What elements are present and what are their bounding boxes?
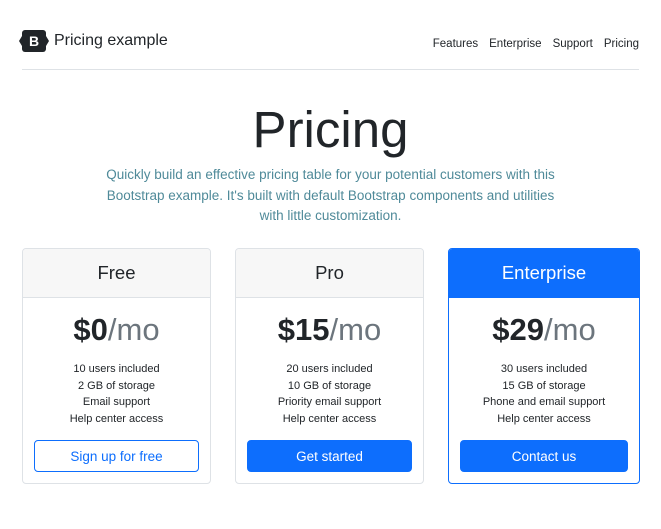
price-period: /mo	[329, 312, 382, 347]
pricing-card-free: Free $0/mo 10 users included 2 GB of sto…	[22, 248, 211, 484]
feature-item: Priority email support	[277, 396, 382, 408]
price-period: /mo	[544, 312, 596, 347]
nav-link-features[interactable]: Features	[433, 38, 478, 50]
feature-item: Help center access	[69, 412, 164, 425]
price-amount: $15	[277, 312, 330, 347]
page-lead: Quickly build an effective pricing table…	[106, 167, 555, 223]
pricing-card-pro: Pro $15/mo 20 users included 10 GB of st…	[235, 248, 424, 484]
plan-price: $0/mo	[23, 312, 210, 348]
feature-item: Help center access	[282, 412, 377, 425]
feature-item: 30 users included	[500, 363, 588, 375]
sign-up-button[interactable]: Sign up for free	[34, 440, 199, 472]
plan-name: Pro	[236, 249, 423, 298]
plan-name: Enterprise	[449, 249, 639, 298]
feature-list: 10 users included 2 GB of storage Email …	[23, 361, 210, 427]
brand-name: Pricing example	[54, 32, 168, 49]
feature-item: 20 users included	[286, 363, 373, 375]
page-title: Pricing	[252, 101, 409, 158]
plan-name: Free	[23, 249, 210, 298]
feature-item: 10 GB of storage	[287, 379, 372, 392]
bootstrap-logo-icon: B	[19, 30, 49, 52]
plan-price: $29/mo	[449, 312, 639, 348]
feature-item: 2 GB of storage	[77, 379, 156, 392]
feature-item: Help center access	[497, 412, 591, 425]
nav-link-pricing[interactable]: Pricing	[604, 38, 639, 50]
site-header: B Pricing example Features Enterprise Su…	[19, 0, 639, 70]
get-started-button[interactable]: Get started	[247, 440, 412, 472]
feature-list: 30 users included 15 GB of storage Phone…	[449, 361, 639, 427]
contact-us-button[interactable]: Contact us	[460, 440, 628, 472]
price-period: /mo	[107, 312, 160, 347]
feature-item: 10 users included	[73, 363, 160, 375]
price-amount: $0	[73, 312, 108, 347]
pricing-card-enterprise: Enterprise $29/mo 30 users included 15 G…	[448, 248, 640, 484]
nav-link-support[interactable]: Support	[553, 38, 593, 50]
brand-link[interactable]: B Pricing example	[19, 30, 168, 52]
price-amount: $29	[492, 312, 545, 347]
plan-price: $15/mo	[236, 312, 423, 348]
nav-link-enterprise[interactable]: Enterprise	[489, 38, 541, 50]
feature-item: Phone and email support	[482, 396, 606, 408]
feature-item: 15 GB of storage	[502, 379, 586, 392]
top-nav: Features Enterprise Support Pricing	[433, 38, 639, 50]
feature-item: Email support	[82, 396, 151, 408]
feature-list: 20 users included 10 GB of storage Prior…	[236, 361, 423, 427]
